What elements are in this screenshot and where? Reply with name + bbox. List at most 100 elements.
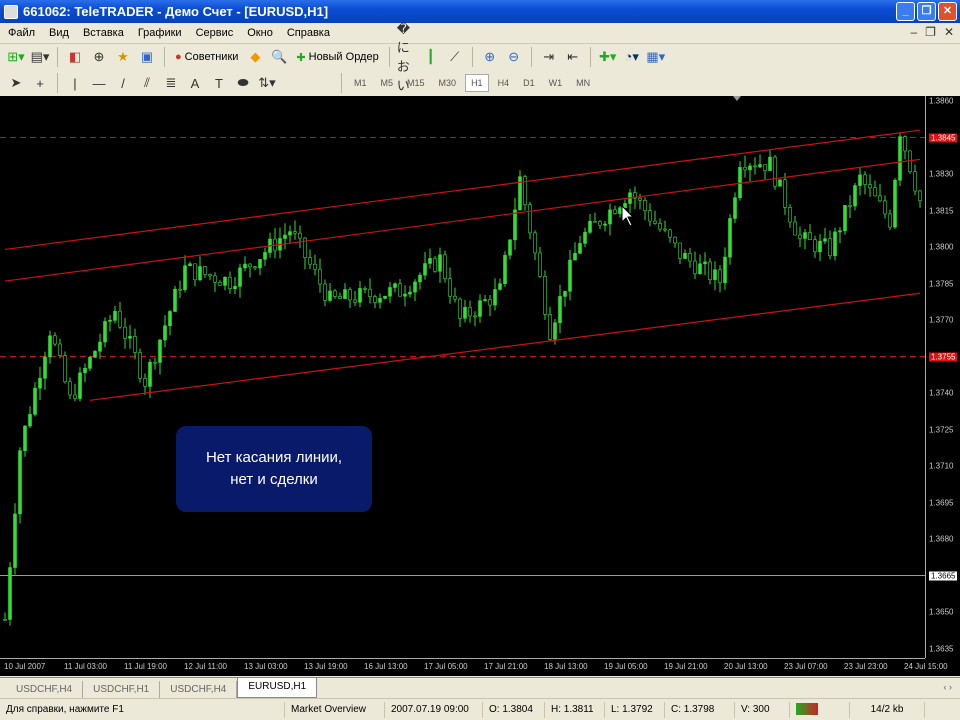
candle-body — [683, 252, 687, 259]
candle-chart-icon[interactable]: ┃ — [421, 47, 441, 67]
new-order-button[interactable]: ✚ Новый Ордер — [293, 46, 381, 68]
autoscroll-icon[interactable]: ⇥ — [539, 47, 559, 67]
candlestick-plot[interactable] — [0, 96, 925, 658]
new-chart-icon[interactable]: ⊞▾ — [6, 47, 26, 67]
tab-usdchf-h4[interactable]: USDCHF,H4 — [6, 681, 84, 698]
arrows-icon[interactable]: ⇅▾ — [257, 73, 277, 93]
timeframe-h1[interactable]: H1 — [465, 74, 489, 92]
candle-body — [838, 230, 842, 233]
candle-body — [508, 239, 512, 256]
crosshair-icon[interactable]: + — [30, 73, 50, 93]
status-close: C: 1.3798 — [665, 701, 735, 718]
candle-body — [603, 223, 607, 226]
market-watch-icon[interactable]: ◧ — [65, 47, 85, 67]
zoom-in-icon[interactable]: ⊕ — [480, 47, 500, 67]
menu-file[interactable]: Файл — [8, 27, 35, 39]
timeframe-mn[interactable]: MN — [571, 75, 595, 91]
timeframe-m5[interactable]: M5 — [376, 75, 399, 91]
timeframe-w1[interactable]: W1 — [544, 75, 568, 91]
tab-eurusd-h1[interactable]: EURUSD,H1 — [237, 678, 318, 698]
label-icon[interactable]: T — [209, 73, 229, 93]
mdi-restore-icon[interactable]: ❐ — [925, 25, 936, 39]
candle-body — [583, 231, 587, 244]
candle-body — [873, 187, 877, 197]
periods-icon[interactable]: ◔▾ — [622, 47, 642, 67]
terminal-icon[interactable]: ▣ — [137, 47, 157, 67]
close-button[interactable]: ✕ — [938, 2, 957, 21]
timeframe-m1[interactable]: M1 — [349, 75, 372, 91]
candle-body — [108, 320, 112, 322]
time-tick-label: 17 Jul 05:00 — [424, 662, 468, 671]
candle-body — [533, 232, 537, 254]
templates-icon[interactable]: ▦▾ — [646, 47, 666, 67]
menu-insert[interactable]: Вставка — [83, 27, 124, 39]
menu-window[interactable]: Окно — [247, 27, 273, 39]
tab-usdchf-h1[interactable]: USDCHF,H1 — [83, 681, 161, 698]
zoom-out-icon[interactable]: ⊖ — [504, 47, 524, 67]
candle-body — [98, 341, 102, 352]
tester-icon[interactable]: 🔍 — [269, 47, 289, 67]
candle-body — [503, 254, 507, 285]
data-window-icon[interactable]: ⊕ — [89, 47, 109, 67]
timeframe-d1[interactable]: D1 — [518, 75, 540, 91]
menu-help[interactable]: Справка — [287, 27, 330, 39]
candle-body — [33, 387, 37, 415]
time-tick-label: 19 Jul 05:00 — [604, 662, 648, 671]
candle-body — [198, 266, 202, 281]
timeframe-m15[interactable]: M15 — [402, 75, 430, 91]
timeframe-h4[interactable]: H4 — [493, 75, 515, 91]
candle-body — [568, 259, 572, 292]
candle-body — [733, 197, 737, 219]
strategy-icon[interactable]: ◆ — [245, 47, 265, 67]
annotation-line-2: нет и сделки — [230, 471, 318, 488]
candle-body — [73, 394, 77, 399]
mdi-close-icon[interactable]: ✕ — [944, 25, 954, 39]
menu-charts[interactable]: Графики — [138, 27, 182, 39]
candle-body — [893, 179, 897, 228]
status-bar: Для справки, нажмите F1 Market Overview … — [0, 698, 960, 720]
menu-view[interactable]: Вид — [49, 27, 69, 39]
channel-icon[interactable]: ⫽ — [137, 73, 157, 93]
shape-icon[interactable]: ⬬ — [233, 73, 253, 93]
profiles-icon[interactable]: ▤▾ — [30, 47, 50, 67]
mdi-minimize-icon[interactable]: – — [910, 25, 917, 39]
price-tick-label: 1.3725 — [929, 425, 954, 434]
experts-button[interactable]: ● Советники — [172, 46, 241, 68]
candle-body — [673, 236, 677, 244]
candle-body — [253, 266, 257, 269]
time-tick-label: 13 Jul 03:00 — [244, 662, 288, 671]
chart-shift-icon[interactable]: ⇤ — [563, 47, 583, 67]
navigator-icon[interactable]: ★ — [113, 47, 133, 67]
text-icon[interactable]: A — [185, 73, 205, 93]
candle-body — [638, 197, 642, 201]
horizontal-line-icon[interactable]: — — [89, 73, 109, 93]
minimize-button[interactable]: _ — [896, 2, 915, 21]
indicators-icon[interactable]: ✚▾ — [598, 47, 618, 67]
vertical-line-icon[interactable]: | — [65, 73, 85, 93]
candle-body — [348, 289, 352, 301]
trendline-icon[interactable]: / — [113, 73, 133, 93]
price-chart[interactable]: 1.3860 1.3830 1.3815 1.3800 1.3785 1.3770 1.37… — [0, 96, 960, 676]
tab-usdchf-h4-2[interactable]: USDCHF,H4 — [160, 681, 238, 698]
candle-body — [463, 307, 467, 319]
time-axis[interactable]: 10 Jul 2007 11 Jul 03:00 11 Jul 19:00 12 Ju… — [0, 658, 948, 676]
candle-body — [363, 288, 367, 290]
candle-body — [13, 513, 17, 568]
candle-body — [123, 326, 127, 339]
cursor-icon[interactable]: ➤ — [6, 73, 26, 93]
menu-tools[interactable]: Сервис — [196, 27, 234, 39]
menu-bar: Файл Вид Вставка Графики Сервис Окно Спр… — [0, 23, 960, 44]
timeframe-m30[interactable]: M30 — [434, 75, 462, 91]
bar-chart-icon[interactable]: �におい — [397, 21, 417, 93]
candle-body — [468, 307, 472, 317]
line-chart-icon[interactable]: ⟋ — [445, 47, 465, 67]
restore-button[interactable]: ❐ — [917, 2, 936, 21]
candle-body — [333, 290, 337, 297]
fibonacci-icon[interactable]: ≣ — [161, 73, 181, 93]
candle-body — [818, 240, 822, 253]
price-axis[interactable]: 1.3860 1.3830 1.3815 1.3800 1.3785 1.3770 1.37… — [925, 96, 960, 658]
candle-body — [393, 283, 397, 288]
tab-scroll-arrows[interactable]: ‹ › — [944, 682, 953, 692]
candle-body — [353, 299, 357, 303]
candle-body — [418, 274, 422, 283]
